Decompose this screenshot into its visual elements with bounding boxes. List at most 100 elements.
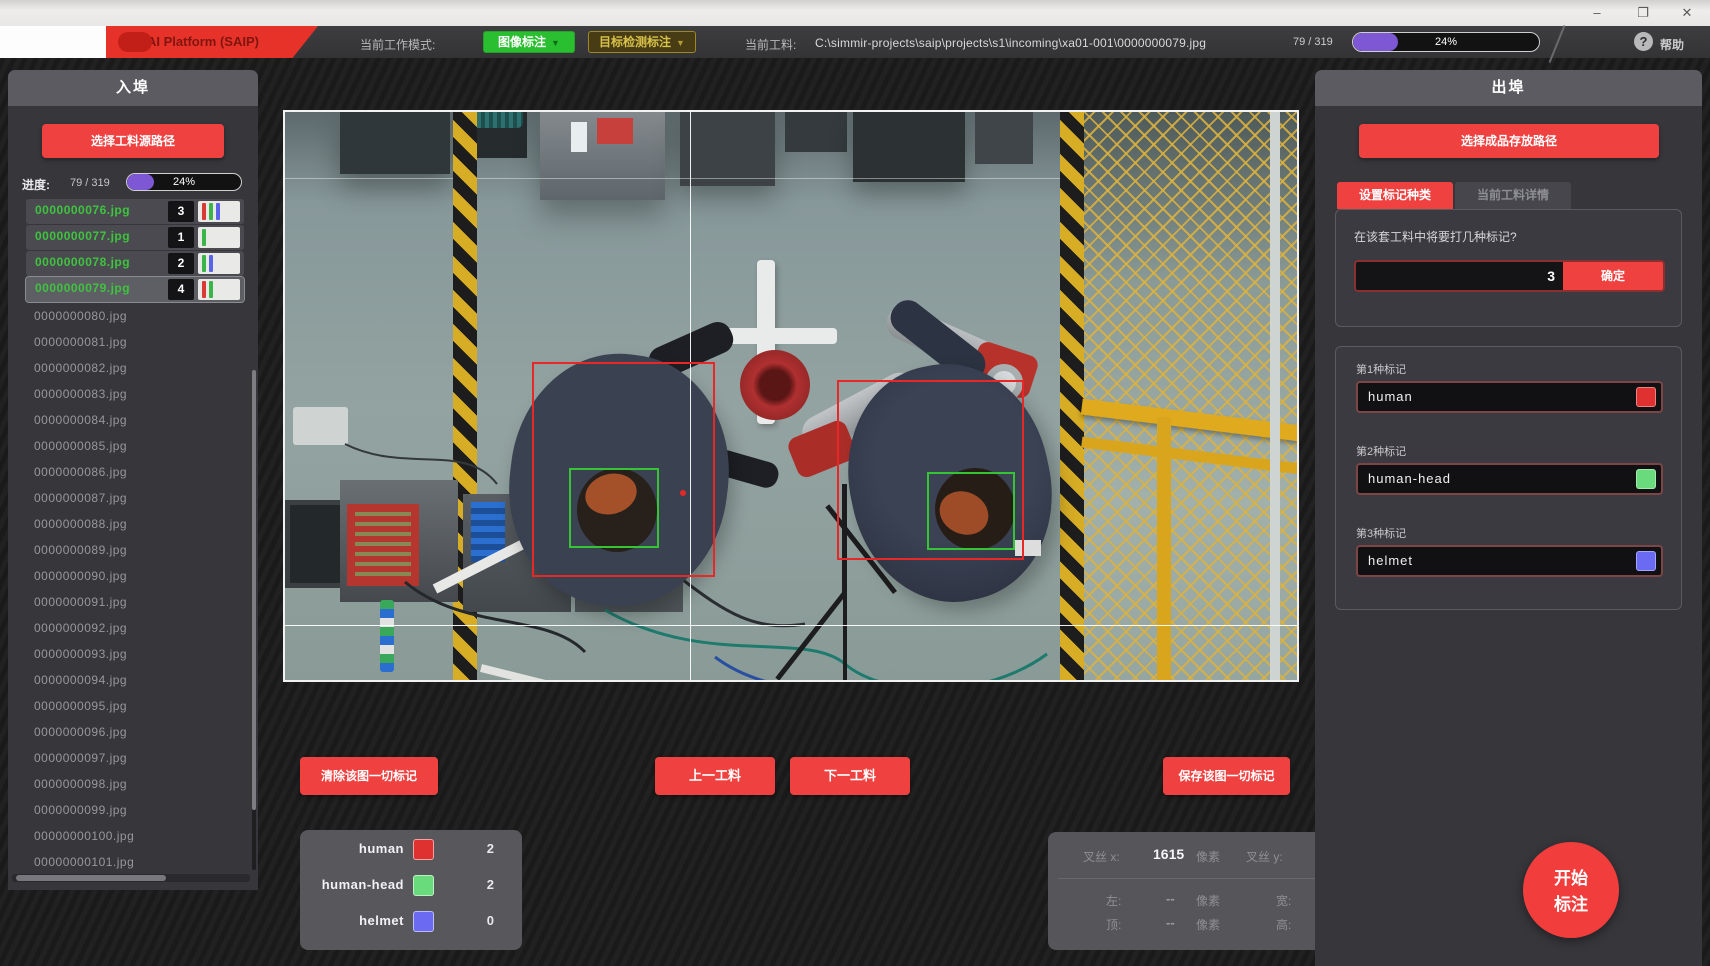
file-list-item[interactable]: 0000000087.jpg [12,485,250,511]
file-list-item[interactable]: 0000000098.jpg [12,771,250,797]
maximize-icon[interactable]: ❐ [1628,3,1658,23]
start-annotation-button[interactable]: 开始 标注 [1523,842,1619,938]
bbox-human-head-1[interactable] [569,468,659,548]
legend-label: helmet [359,913,404,928]
label-name-input[interactable]: helmet [1356,545,1663,577]
label-name-input[interactable]: human-head [1356,463,1663,495]
select-source-path-button[interactable]: 选择工料源路径 [42,124,224,158]
confirm-button[interactable]: 确定 [1563,262,1663,290]
current-file-label: 当前工料: [745,36,796,53]
file-list-item[interactable]: 0000000082.jpg [12,355,250,381]
file-list-item[interactable]: 0000000096.jpg [12,719,250,745]
annotation-point [680,490,686,496]
chevron-down-icon: ▼ [676,38,685,48]
next-workpiece-button[interactable]: 下一工料 [790,757,910,795]
label-name-input[interactable]: human [1356,381,1663,413]
label-type-title: 第2种标记 [1356,443,1406,459]
label-color-bars [198,279,240,300]
file-list-item[interactable]: 0000000077.jpg1 [26,225,244,250]
file-list-item[interactable]: 0000000090.jpg [12,563,250,589]
scrollbar-thumb[interactable] [16,875,166,881]
file-list-item[interactable]: 0000000085.jpg [12,433,250,459]
file-list-item[interactable]: 0000000094.jpg [12,667,250,693]
annotation-canvas[interactable] [283,110,1299,682]
file-name: 0000000097.jpg [34,751,127,765]
mode-image-annotation-button[interactable]: 图像标注▼ [483,31,575,53]
robot-base-disc [740,350,810,420]
save-annotations-button[interactable]: 保存该图一切标记 [1163,757,1290,795]
annotation-legend: human2human-head2helmet0 [300,830,522,950]
file-name: 0000000096.jpg [34,725,127,739]
file-list-item[interactable]: 0000000078.jpg2 [26,251,244,276]
crosshair-x-label: 叉丝 x: [1083,848,1120,865]
file-list-item[interactable]: 0000000080.jpg [12,303,250,329]
file-list-item[interactable]: 0000000095.jpg [12,693,250,719]
file-name: 0000000081.jpg [34,335,127,349]
file-list-item[interactable]: 0000000081.jpg [12,329,250,355]
file-name: 0000000088.jpg [34,517,127,531]
left-value: -- [1166,891,1175,906]
legend-label: human-head [322,877,404,892]
label-color-bar [209,203,213,220]
file-list-horizontal-scrollbar[interactable] [12,874,250,882]
height-label: 高: [1276,916,1291,933]
file-list-item[interactable]: 0000000099.jpg [12,797,250,823]
legend-row: helmet 0 [300,905,522,938]
tripod-leg [843,590,847,680]
file-name: 00000000101.jpg [34,855,134,869]
prev-workpiece-button[interactable]: 上一工料 [655,757,775,795]
label-count-input[interactable]: 3 [1356,262,1567,290]
file-name: 0000000084.jpg [34,413,127,427]
label-count-question: 在该套工料中将要打几种标记? [1354,228,1517,245]
mode-object-detection-button[interactable]: 目标检测标注▼ [588,31,696,53]
file-list-item[interactable]: 0000000086.jpg [12,459,250,485]
file-list-item[interactable]: 0000000084.jpg [12,407,250,433]
help-icon[interactable]: ? [1634,32,1653,51]
output-panel: 出埠 选择成品存放路径 设置标记种类 当前工料详情 在该套工料中将要打几种标记?… [1315,70,1702,966]
file-list-item[interactable]: 0000000091.jpg [12,589,250,615]
label-type-group: 第3种标记helmet [1336,511,1681,593]
unit-label: 像素 [1196,916,1220,933]
label-color-swatch[interactable] [1636,387,1656,407]
file-list-item[interactable]: 0000000083.jpg [12,381,250,407]
bbox-human-head-2[interactable] [927,472,1015,550]
help-button[interactable]: 帮助 [1660,36,1684,53]
clear-annotations-button[interactable]: 清除该图一切标记 [300,757,438,795]
file-list-item[interactable]: 00000000100.jpg [12,823,250,849]
tab-current-workpiece-details[interactable]: 当前工料详情 [1455,182,1571,209]
file-list-item[interactable]: 0000000089.jpg [12,537,250,563]
minimize-icon[interactable]: – [1582,3,1612,23]
file-list-item[interactable]: 0000000088.jpg [12,511,250,537]
file-name: 0000000082.jpg [34,361,127,375]
workpiece-image[interactable] [285,112,1297,680]
legend-count: 2 [487,841,494,856]
legend-count: 0 [487,913,494,928]
file-list-item[interactable]: 0000000097.jpg [12,745,250,771]
file-list-item[interactable]: 0000000093.jpg [12,641,250,667]
label-color-bars [198,201,240,222]
close-icon[interactable]: ✕ [1672,3,1702,23]
file-list-item[interactable]: 0000000076.jpg3 [26,199,244,224]
label-color-swatch[interactable] [1636,469,1656,489]
app-window: – ❐ ✕ AI Platform (SAIP) 当前工作模式: 图像标注▼ 目… [0,0,1710,966]
label-name-value: human [1368,389,1413,404]
file-list-item[interactable]: 00000000101.jpg [12,849,250,870]
progress-percent: 24% [1353,36,1539,48]
scrollbar-thumb[interactable] [252,370,256,810]
file-name: 0000000076.jpg [35,203,130,217]
label-color-bar [216,203,220,220]
top-label: 顶: [1106,916,1121,933]
file-list-item-selected[interactable]: 0000000079.jpg4 [26,277,244,302]
file-list-vertical-scrollbar[interactable] [252,370,256,870]
select-output-path-button[interactable]: 选择成品存放路径 [1359,124,1659,158]
file-name: 0000000098.jpg [34,777,127,791]
progress-percent: 24% [127,176,241,188]
app-logo [0,26,106,58]
file-name: 0000000086.jpg [34,465,127,479]
label-color-bar [202,255,206,272]
file-list-item[interactable]: 0000000092.jpg [12,615,250,641]
tab-set-label-types[interactable]: 设置标记种类 [1337,182,1453,209]
file-list[interactable]: 0000000076.jpg30000000077.jpg10000000078… [12,198,250,870]
label-color-swatch[interactable] [1636,551,1656,571]
unit-label: 像素 [1196,848,1220,865]
